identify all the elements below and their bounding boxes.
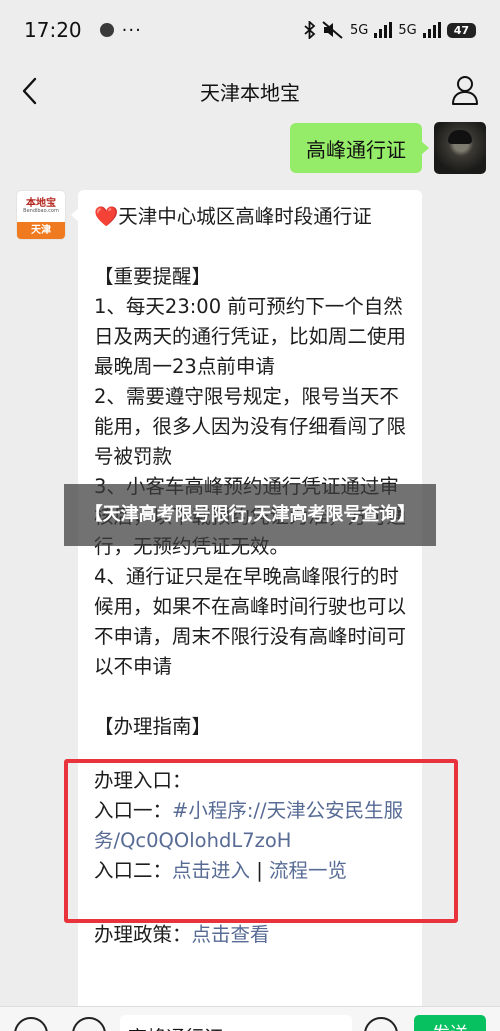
notification-avatar-icon	[99, 23, 114, 37]
policy-link[interactable]: 点击查看	[192, 923, 270, 946]
user-avatar[interactable]	[434, 122, 486, 174]
voice-icon[interactable]	[72, 1017, 106, 1031]
message-input[interactable]: 高峰通行证	[120, 1015, 352, 1031]
menu-icon[interactable]	[14, 1017, 48, 1031]
send-button[interactable]: 发送	[414, 1015, 486, 1031]
network-type-2: 5G	[398, 22, 417, 38]
message-title: ❤️天津中心城区高峰时段通行证	[94, 202, 408, 232]
input-bar: 高峰通行证 发送	[0, 1006, 500, 1031]
heart-icon: ❤️	[94, 205, 119, 228]
chat-title: 天津本地宝	[200, 80, 300, 105]
section-guide: 【办理指南】	[94, 715, 212, 738]
policy-row: 办理政策：点击查看	[94, 920, 408, 950]
policy-label: 办理政策：	[94, 923, 192, 946]
battery-icon: 47	[446, 22, 476, 38]
signal-icon-2	[422, 22, 441, 38]
signal-icon	[374, 22, 393, 38]
bot-logo-city: 天津	[17, 222, 65, 239]
chat-header: 天津本地宝	[0, 60, 500, 122]
banner-text: 【天津高考限号限行,天津高考限号查询】	[84, 504, 416, 525]
more-notifications-icon: ···	[121, 19, 142, 41]
emoji-icon[interactable]	[364, 1017, 398, 1031]
status-icons: 5G 5G 47	[304, 21, 476, 39]
bot-logo-text: 本地宝	[26, 198, 56, 209]
bluetooth-icon	[304, 21, 316, 39]
status-time: 17:20	[24, 18, 82, 42]
status-bar: 17:20 ··· 5G 5G 47	[0, 0, 500, 60]
reminder-4: 4、通行证只是在早晚高峰限行的时候用，如果不在高峰时间行驶也可以不申请，周末不限…	[94, 565, 407, 678]
profile-icon[interactable]	[450, 74, 480, 106]
silent-mode-icon	[322, 21, 343, 39]
section-important: 【重要提醒】	[94, 265, 212, 288]
reminder-1: 1、每天23:00 前可预约下一个自然日及两天的通行凭证，比如周二使用最晚周一2…	[94, 295, 407, 378]
reminder-2: 2、需要遵守限号规定，限号当天不能用，很多人因为没有仔细看闯了限号被罚款	[94, 385, 407, 468]
back-icon[interactable]	[16, 74, 46, 108]
user-message-text: 高峰通行证	[306, 137, 406, 162]
message-title-text: 天津中心城区高峰时段通行证	[118, 205, 372, 228]
bot-logo-subtext: Bendibao.com	[23, 208, 59, 214]
highlight-box	[64, 759, 458, 923]
user-message-bubble[interactable]: 高峰通行证	[290, 123, 429, 173]
bot-avatar[interactable]: 本地宝 Bendibao.com 天津	[16, 190, 66, 240]
network-type-1: 5G	[349, 22, 369, 38]
title-overlay-banner: 【天津高考限号限行,天津高考限号查询】	[64, 484, 436, 546]
